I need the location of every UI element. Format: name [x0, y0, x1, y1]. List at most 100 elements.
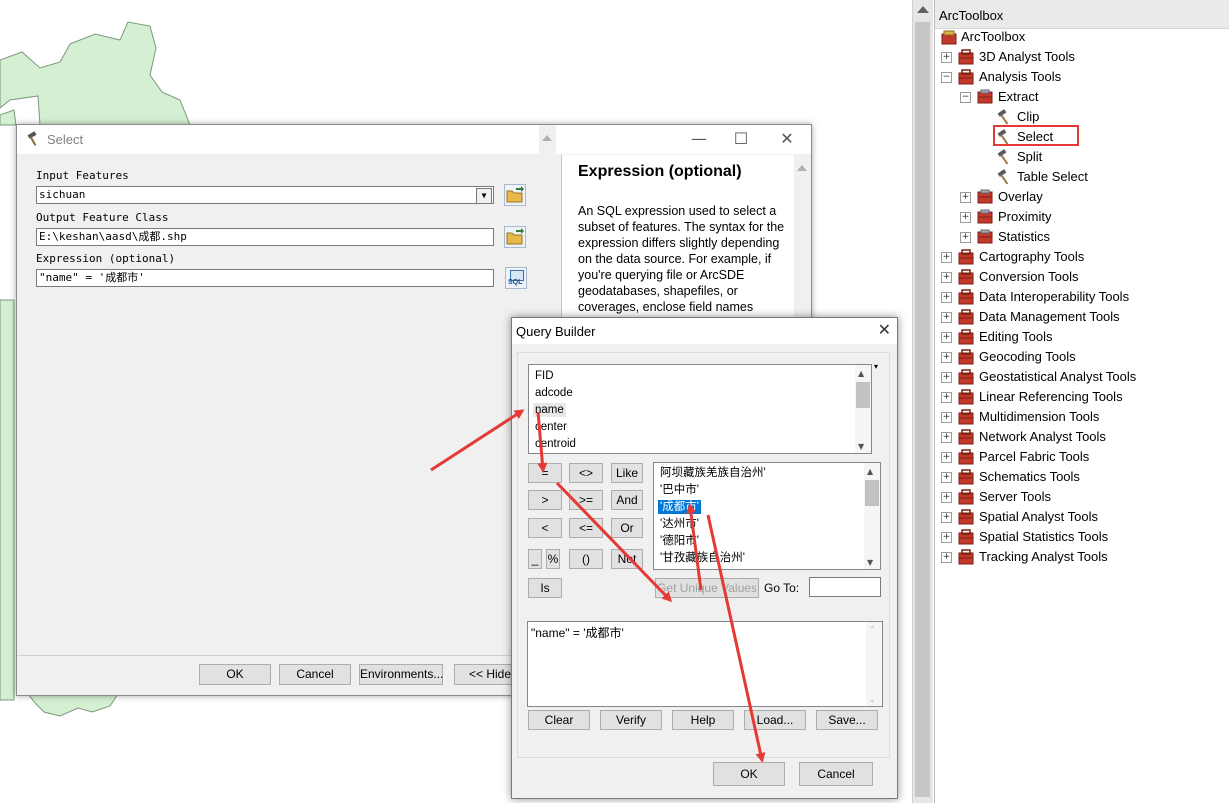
- open-folder-icon[interactable]: [504, 226, 526, 248]
- toolbox-item[interactable]: + Statistics: [935, 227, 1225, 247]
- scroll-down-arrow-icon[interactable]: ▼: [867, 558, 873, 567]
- help-button[interactable]: Help: [672, 710, 734, 730]
- close-button[interactable]: ✕: [772, 129, 802, 149]
- scroll-thumb[interactable]: [915, 22, 930, 797]
- toolbox-item[interactable]: + Schematics Tools: [935, 467, 1225, 487]
- toolbox-item[interactable]: + Proximity: [935, 207, 1225, 227]
- ok-button[interactable]: OK: [199, 664, 271, 685]
- field-list-item[interactable]: center: [535, 420, 567, 434]
- input-features-combobox[interactable]: sichuan ▼: [36, 186, 494, 204]
- clear-button[interactable]: Clear: [528, 710, 590, 730]
- unique-value-item[interactable]: '巴中市': [660, 483, 699, 497]
- maximize-button[interactable]: ☐: [726, 129, 756, 149]
- qb-cancel-button[interactable]: Cancel: [799, 762, 873, 786]
- expand-icon[interactable]: +: [941, 412, 952, 423]
- operator-button[interactable]: >=: [569, 490, 603, 510]
- expand-icon[interactable]: +: [941, 272, 952, 283]
- operator-button[interactable]: %: [546, 549, 560, 569]
- save-button[interactable]: Save...: [816, 710, 878, 730]
- toolbox-item[interactable]: + Spatial Analyst Tools: [935, 507, 1225, 527]
- field-list-item[interactable]: name: [533, 403, 566, 417]
- toolbox-item[interactable]: Select: [935, 127, 1225, 147]
- expand-icon[interactable]: +: [941, 552, 952, 563]
- toolbox-item[interactable]: + Server Tools: [935, 487, 1225, 507]
- toolbox-item[interactable]: Clip: [935, 107, 1225, 127]
- scroll-up-arrow-icon[interactable]: [917, 6, 929, 13]
- operator-button[interactable]: <=: [569, 518, 603, 538]
- scroll-down-arrow-icon[interactable]: ⌄: [869, 695, 876, 704]
- sql-query-builder-icon[interactable]: SQL: [505, 267, 527, 289]
- operator-button[interactable]: _: [528, 549, 542, 569]
- expand-icon[interactable]: +: [960, 232, 971, 243]
- expand-icon[interactable]: +: [941, 292, 952, 303]
- expand-icon[interactable]: +: [941, 332, 952, 343]
- unique-value-item[interactable]: '德阳市': [660, 534, 699, 548]
- query-builder-titlebar[interactable]: Query Builder ✕: [512, 318, 897, 344]
- operator-button[interactable]: <: [528, 518, 562, 538]
- scroll-up-arrow-icon[interactable]: [542, 135, 552, 141]
- expand-icon[interactable]: +: [941, 532, 952, 543]
- expand-icon[interactable]: +: [941, 52, 952, 63]
- expand-icon[interactable]: +: [941, 312, 952, 323]
- unique-value-item[interactable]: '成都市': [658, 500, 701, 514]
- toolbox-item[interactable]: +3D Analyst Tools: [935, 47, 1225, 67]
- expand-icon[interactable]: +: [941, 492, 952, 503]
- expand-icon[interactable]: +: [960, 192, 971, 203]
- map-vertical-scrollbar[interactable]: [912, 0, 933, 803]
- minimize-button[interactable]: —: [684, 129, 714, 149]
- toolbox-item[interactable]: Table Select: [935, 167, 1225, 187]
- operator-button[interactable]: >: [528, 490, 562, 510]
- toolbox-item[interactable]: + Overlay: [935, 187, 1225, 207]
- verify-button[interactable]: Verify: [600, 710, 662, 730]
- toolbox-item[interactable]: + Network Analyst Tools: [935, 427, 1225, 447]
- toolbox-item[interactable]: + Parcel Fabric Tools: [935, 447, 1225, 467]
- toolbox-item[interactable]: + Tracking Analyst Tools: [935, 547, 1225, 567]
- scroll-up-arrow-icon[interactable]: ▲: [858, 369, 864, 378]
- operator-button[interactable]: Is: [528, 578, 562, 598]
- toolbox-item[interactable]: + Editing Tools: [935, 327, 1225, 347]
- toolbox-item[interactable]: + Conversion Tools: [935, 267, 1225, 287]
- expand-icon[interactable]: +: [941, 392, 952, 403]
- toolbox-item[interactable]: + Linear Referencing Tools: [935, 387, 1225, 407]
- output-feature-class-input[interactable]: E:\keshan\aasd\成都.shp: [36, 228, 494, 246]
- operator-button[interactable]: =: [528, 463, 562, 483]
- close-icon[interactable]: ✕: [878, 320, 891, 339]
- fields-scrollbar[interactable]: ▲ ▼: [855, 365, 871, 453]
- scroll-up-arrow-icon[interactable]: ⌃: [869, 625, 876, 634]
- toolbox-item[interactable]: + Cartography Tools: [935, 247, 1225, 267]
- values-scrollbar[interactable]: ▲ ▼: [864, 463, 880, 569]
- expand-icon[interactable]: +: [941, 252, 952, 263]
- unique-value-item[interactable]: '甘孜藏族自治州': [660, 551, 745, 565]
- toolbox-item[interactable]: − Analysis Tools: [935, 67, 1225, 87]
- toolbox-item[interactable]: + Spatial Statistics Tools: [935, 527, 1225, 547]
- field-list-item[interactable]: adcode: [535, 386, 573, 400]
- sql-expression-textarea[interactable]: "name" = '成都市' ⌃ ⌄: [527, 621, 883, 707]
- sql-scrollbar[interactable]: ⌃ ⌄: [866, 622, 882, 706]
- operator-button[interactable]: Not: [611, 549, 643, 569]
- operator-button[interactable]: And: [611, 490, 643, 510]
- expand-icon[interactable]: +: [960, 212, 971, 223]
- toolbox-item[interactable]: + Multidimension Tools: [935, 407, 1225, 427]
- toolbox-item[interactable]: + Data Interoperability Tools: [935, 287, 1225, 307]
- toolbox-item[interactable]: Split: [935, 147, 1225, 167]
- field-list-item[interactable]: FID: [535, 369, 554, 383]
- expand-icon[interactable]: +: [941, 372, 952, 383]
- scroll-thumb[interactable]: [856, 382, 870, 408]
- expand-icon[interactable]: +: [941, 452, 952, 463]
- expand-icon[interactable]: +: [941, 432, 952, 443]
- toolbox-item[interactable]: + Geostatistical Analyst Tools: [935, 367, 1225, 387]
- toolbox-item[interactable]: + Geocoding Tools: [935, 347, 1225, 367]
- operator-button[interactable]: Like: [611, 463, 643, 483]
- scroll-up-arrow-icon[interactable]: ▲: [867, 467, 873, 476]
- qb-ok-button[interactable]: OK: [713, 762, 785, 786]
- go-to-input[interactable]: [809, 577, 881, 597]
- operator-button[interactable]: <>: [569, 463, 603, 483]
- collapse-icon[interactable]: −: [960, 92, 971, 103]
- operator-button[interactable]: Or: [611, 518, 643, 538]
- dropdown-arrow-icon[interactable]: ▼: [476, 188, 492, 203]
- expression-input[interactable]: "name" = '成都市': [36, 269, 494, 287]
- expand-icon[interactable]: +: [941, 472, 952, 483]
- open-folder-icon[interactable]: [504, 184, 526, 206]
- scroll-up-arrow-icon[interactable]: [797, 165, 807, 171]
- unique-values-listbox[interactable]: 阿坝藏族羌族自治州' '巴中市' '成都市' '达州市' '德阳市' '甘孜藏族自治州' …: [653, 462, 881, 570]
